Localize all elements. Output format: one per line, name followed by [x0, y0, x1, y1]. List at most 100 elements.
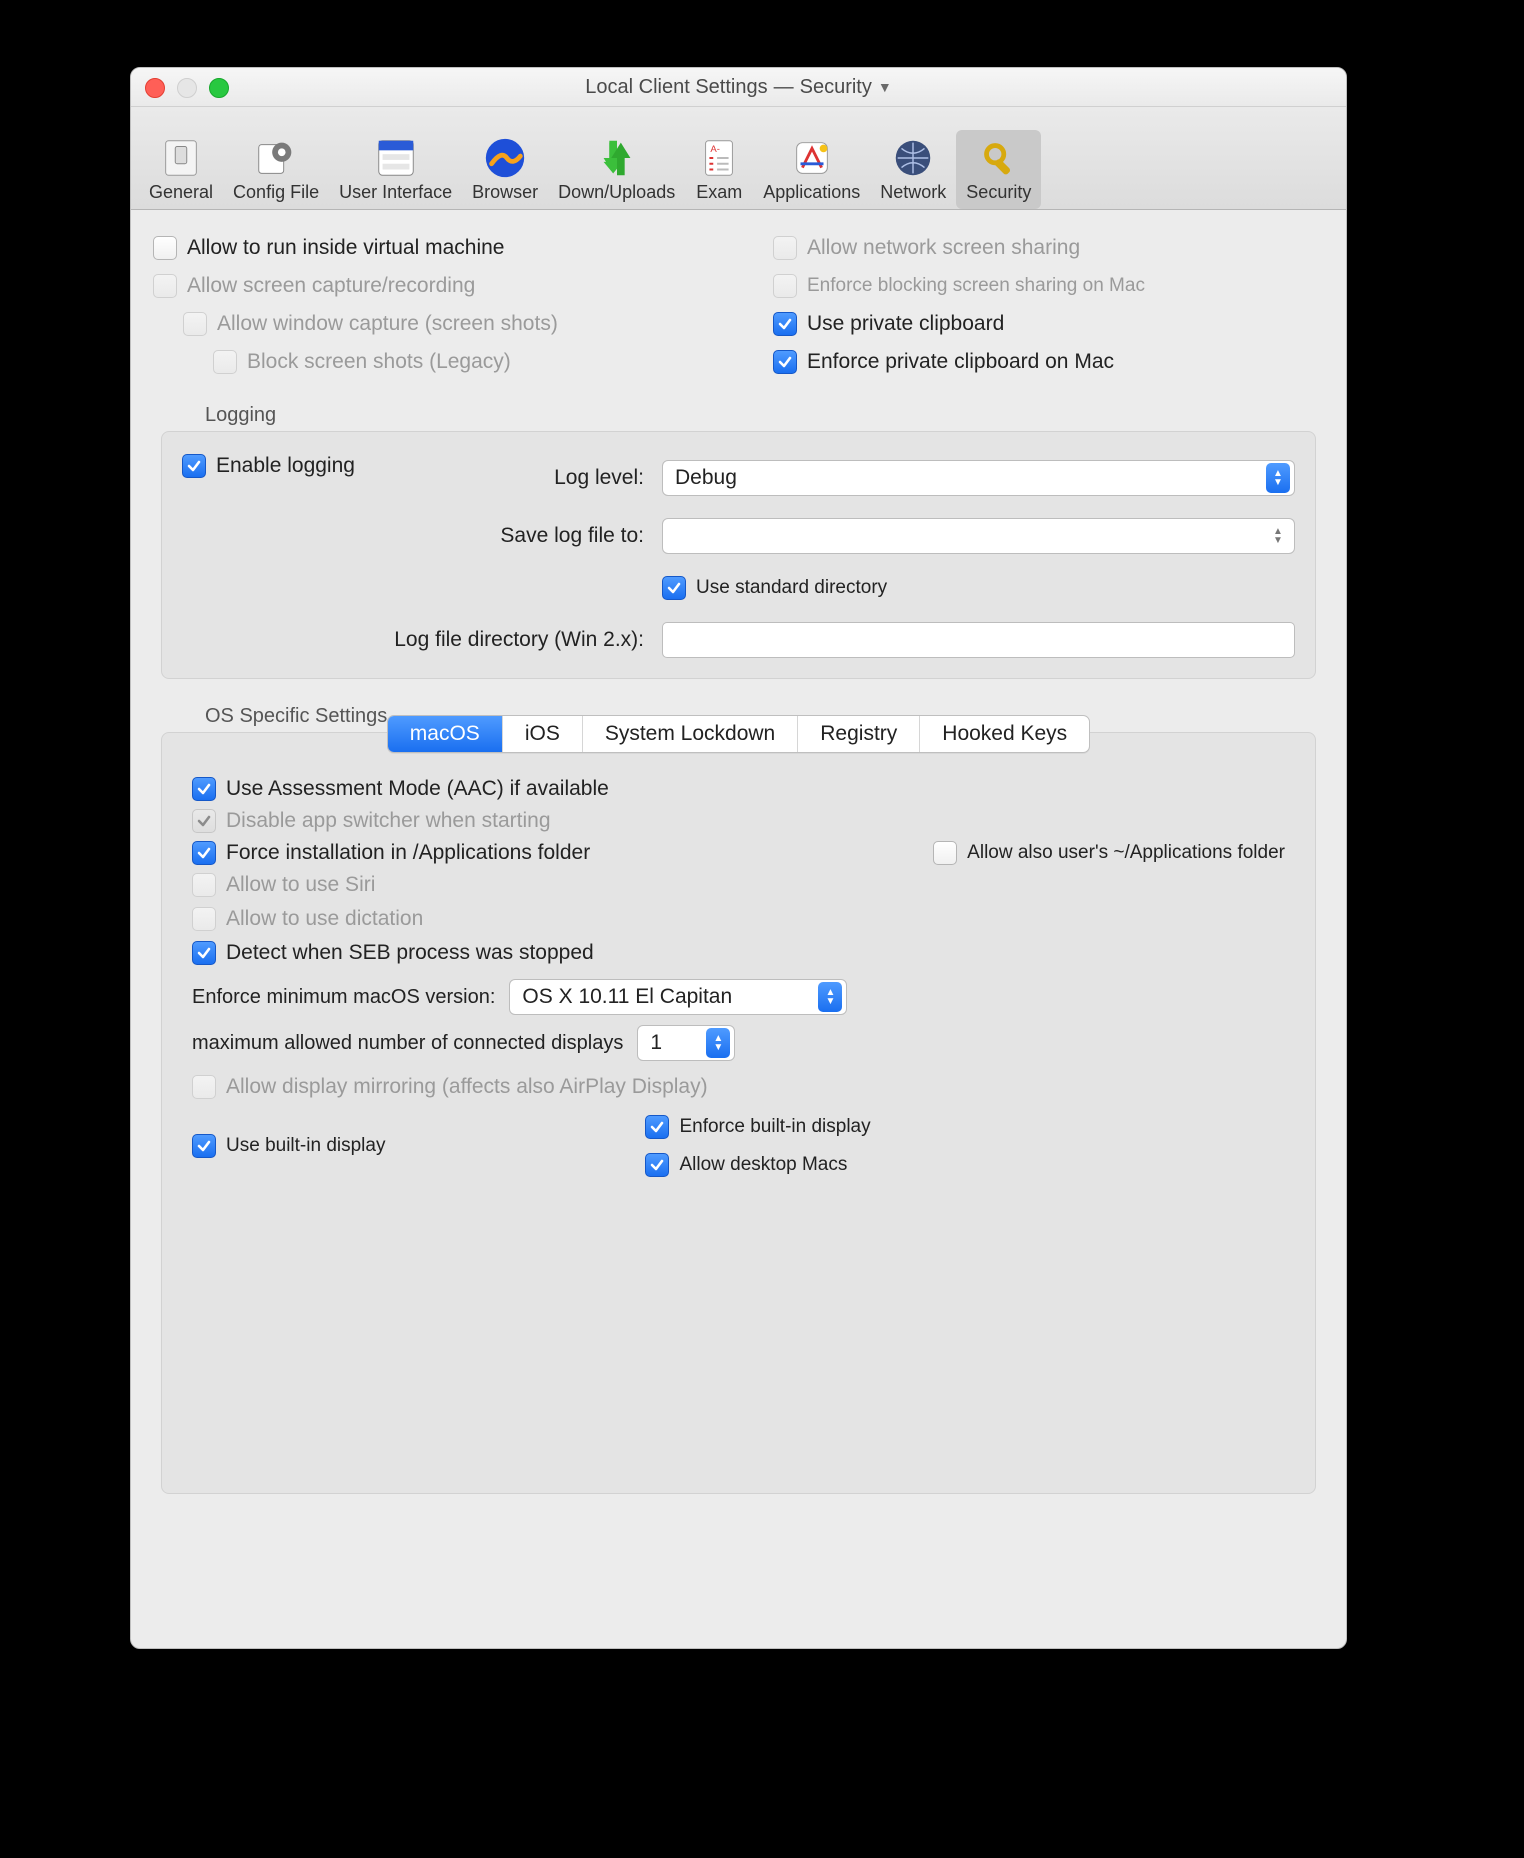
- security-icon: [975, 134, 1023, 182]
- chk-label: Allow to run inside virtual machine: [187, 236, 504, 260]
- log-level-select[interactable]: Debug ▲▼: [662, 460, 1295, 496]
- save-log-to-select[interactable]: ▲▼: [662, 518, 1295, 554]
- toolbar-general[interactable]: General: [139, 130, 223, 209]
- chk-detect-stopped[interactable]: Detect when SEB process was stopped: [192, 941, 594, 965]
- title-dropdown-icon[interactable]: ▼: [878, 79, 892, 95]
- chk-label: Use Assessment Mode (AAC) if available: [226, 777, 609, 801]
- title-sep: —: [774, 76, 794, 99]
- chk-allow-siri: Allow to use Siri: [192, 873, 375, 897]
- chk-use-aac[interactable]: Use Assessment Mode (AAC) if available: [192, 777, 609, 801]
- toolbar-label: User Interface: [339, 182, 452, 203]
- chk-label: Disable app switcher when starting: [226, 809, 551, 833]
- chk-label: Allow network screen sharing: [807, 236, 1080, 260]
- toolbar-label: Down/Uploads: [558, 182, 675, 203]
- checkbox-icon: [192, 1075, 216, 1099]
- chk-use-builtin[interactable]: Use built-in display: [192, 1115, 385, 1177]
- os-tabs: macOS iOS System Lockdown Registry Hooke…: [387, 715, 1090, 753]
- chk-force-install[interactable]: Force installation in /Applications fold…: [192, 841, 590, 865]
- chk-label: Allow screen capture/recording: [187, 274, 475, 298]
- toolbar-label: Config File: [233, 182, 319, 203]
- toolbar-config-file[interactable]: Config File: [223, 130, 329, 209]
- zoom-icon[interactable]: [209, 78, 229, 98]
- os-body: Use Assessment Mode (AAC) if available D…: [182, 773, 1295, 1191]
- tab-ios[interactable]: iOS: [503, 716, 583, 752]
- toolbar-browser[interactable]: Browser: [462, 130, 548, 209]
- chk-label: Allow to use dictation: [226, 907, 423, 931]
- chk-label: Allow window capture (screen shots): [217, 312, 558, 336]
- applications-icon: [788, 134, 836, 182]
- chk-label: Use built-in display: [226, 1135, 385, 1157]
- top-options: Allow to run inside virtual machine Allo…: [153, 232, 1324, 378]
- toolbar-network[interactable]: Network: [870, 130, 956, 209]
- exam-icon: A-: [695, 134, 743, 182]
- chk-use-private-clipboard[interactable]: Use private clipboard: [773, 312, 1324, 336]
- chk-label: Block screen shots (Legacy): [247, 350, 511, 374]
- toolbar-security[interactable]: Security: [956, 130, 1041, 209]
- checkbox-icon: [153, 236, 177, 260]
- toolbar-label: Applications: [763, 182, 860, 203]
- chk-label: Use private clipboard: [807, 312, 1004, 336]
- minimize-icon: [177, 78, 197, 98]
- min-macos-value: OS X 10.11 El Capitan: [522, 985, 732, 1009]
- os-group: macOS iOS System Lockdown Registry Hooke…: [161, 732, 1316, 1494]
- tab-hooked-keys[interactable]: Hooked Keys: [920, 716, 1089, 752]
- select-stepper-icon: ▲▼: [1266, 463, 1290, 493]
- logging-title: Logging: [205, 404, 1324, 427]
- chk-allow-vm[interactable]: Allow to run inside virtual machine: [153, 236, 713, 260]
- chk-label: Enforce built-in display: [679, 1116, 870, 1138]
- checkbox-icon: [933, 841, 957, 865]
- chk-allow-user-apps[interactable]: Allow also user's ~/Applications folder: [933, 841, 1285, 865]
- tab-macos[interactable]: macOS: [388, 716, 503, 752]
- checkbox-icon: [192, 809, 216, 833]
- chk-label: Use standard directory: [696, 577, 887, 599]
- win-log-dir-input[interactable]: [662, 622, 1295, 658]
- checkbox-icon: [773, 350, 797, 374]
- chk-allow-desktop-macs[interactable]: Allow desktop Macs: [645, 1153, 870, 1177]
- close-icon[interactable]: [145, 78, 165, 98]
- toolbar-label: Exam: [696, 182, 742, 203]
- select-stepper-icon: ▲▼: [1266, 521, 1290, 551]
- chk-label: Allow also user's ~/Applications folder: [967, 842, 1285, 864]
- chk-block-screenshots: Block screen shots (Legacy): [153, 350, 713, 374]
- chk-enforce-builtin[interactable]: Enforce built-in display: [645, 1115, 870, 1139]
- chk-label: Enforce private clipboard on Mac: [807, 350, 1114, 374]
- chk-allow-capture: Allow screen capture/recording: [153, 274, 713, 298]
- settings-window: Local Client Settings — Security ▼ Gener…: [130, 67, 1347, 1649]
- chk-use-std-dir[interactable]: Use standard directory: [662, 576, 1295, 600]
- chk-allow-network-share: Allow network screen sharing: [773, 236, 1324, 260]
- checkbox-icon: [773, 236, 797, 260]
- checkbox-icon: [645, 1153, 669, 1177]
- checkbox-icon: [192, 1134, 216, 1158]
- max-displays-select[interactable]: 1 ▲▼: [637, 1025, 735, 1061]
- toolbar-down-uploads[interactable]: Down/Uploads: [548, 130, 685, 209]
- tab-system-lockdown[interactable]: System Lockdown: [583, 716, 798, 752]
- tab-registry[interactable]: Registry: [798, 716, 920, 752]
- chk-enable-logging[interactable]: Enable logging: [182, 454, 355, 478]
- select-stepper-icon: ▲▼: [818, 982, 842, 1012]
- window-title[interactable]: Local Client Settings — Security ▼: [585, 76, 891, 99]
- network-icon: [889, 134, 937, 182]
- toolbar: General Config File User Interface Brows…: [131, 107, 1346, 210]
- chk-label: Allow to use Siri: [226, 873, 375, 897]
- chk-label: Force installation in /Applications fold…: [226, 841, 590, 865]
- checkbox-icon: [645, 1115, 669, 1139]
- toolbar-user-interface[interactable]: User Interface: [329, 130, 462, 209]
- toolbar-exam[interactable]: A- Exam: [685, 130, 753, 209]
- min-macos-label: Enforce minimum macOS version:: [192, 986, 495, 1009]
- down-uploads-icon: [593, 134, 641, 182]
- chk-label: Allow desktop Macs: [679, 1154, 847, 1176]
- titlebar: Local Client Settings — Security ▼: [131, 68, 1346, 107]
- toolbar-applications[interactable]: Applications: [753, 130, 870, 209]
- log-level-label: Log level:: [554, 466, 662, 490]
- chk-allow-mirror: Allow display mirroring (affects also Ai…: [192, 1075, 708, 1099]
- chk-allow-window-capture: Allow window capture (screen shots): [153, 312, 713, 336]
- max-displays-value: 1: [650, 1031, 662, 1055]
- min-macos-select[interactable]: OS X 10.11 El Capitan ▲▼: [509, 979, 847, 1015]
- config-file-icon: [252, 134, 300, 182]
- checkbox-icon: [192, 873, 216, 897]
- win-log-dir-label: Log file directory (Win 2.x):: [394, 628, 662, 652]
- select-stepper-icon: ▲▼: [706, 1028, 730, 1058]
- browser-icon: [481, 134, 529, 182]
- chk-enforce-private-clipboard[interactable]: Enforce private clipboard on Mac: [773, 350, 1324, 374]
- log-level-value: Debug: [675, 466, 737, 490]
